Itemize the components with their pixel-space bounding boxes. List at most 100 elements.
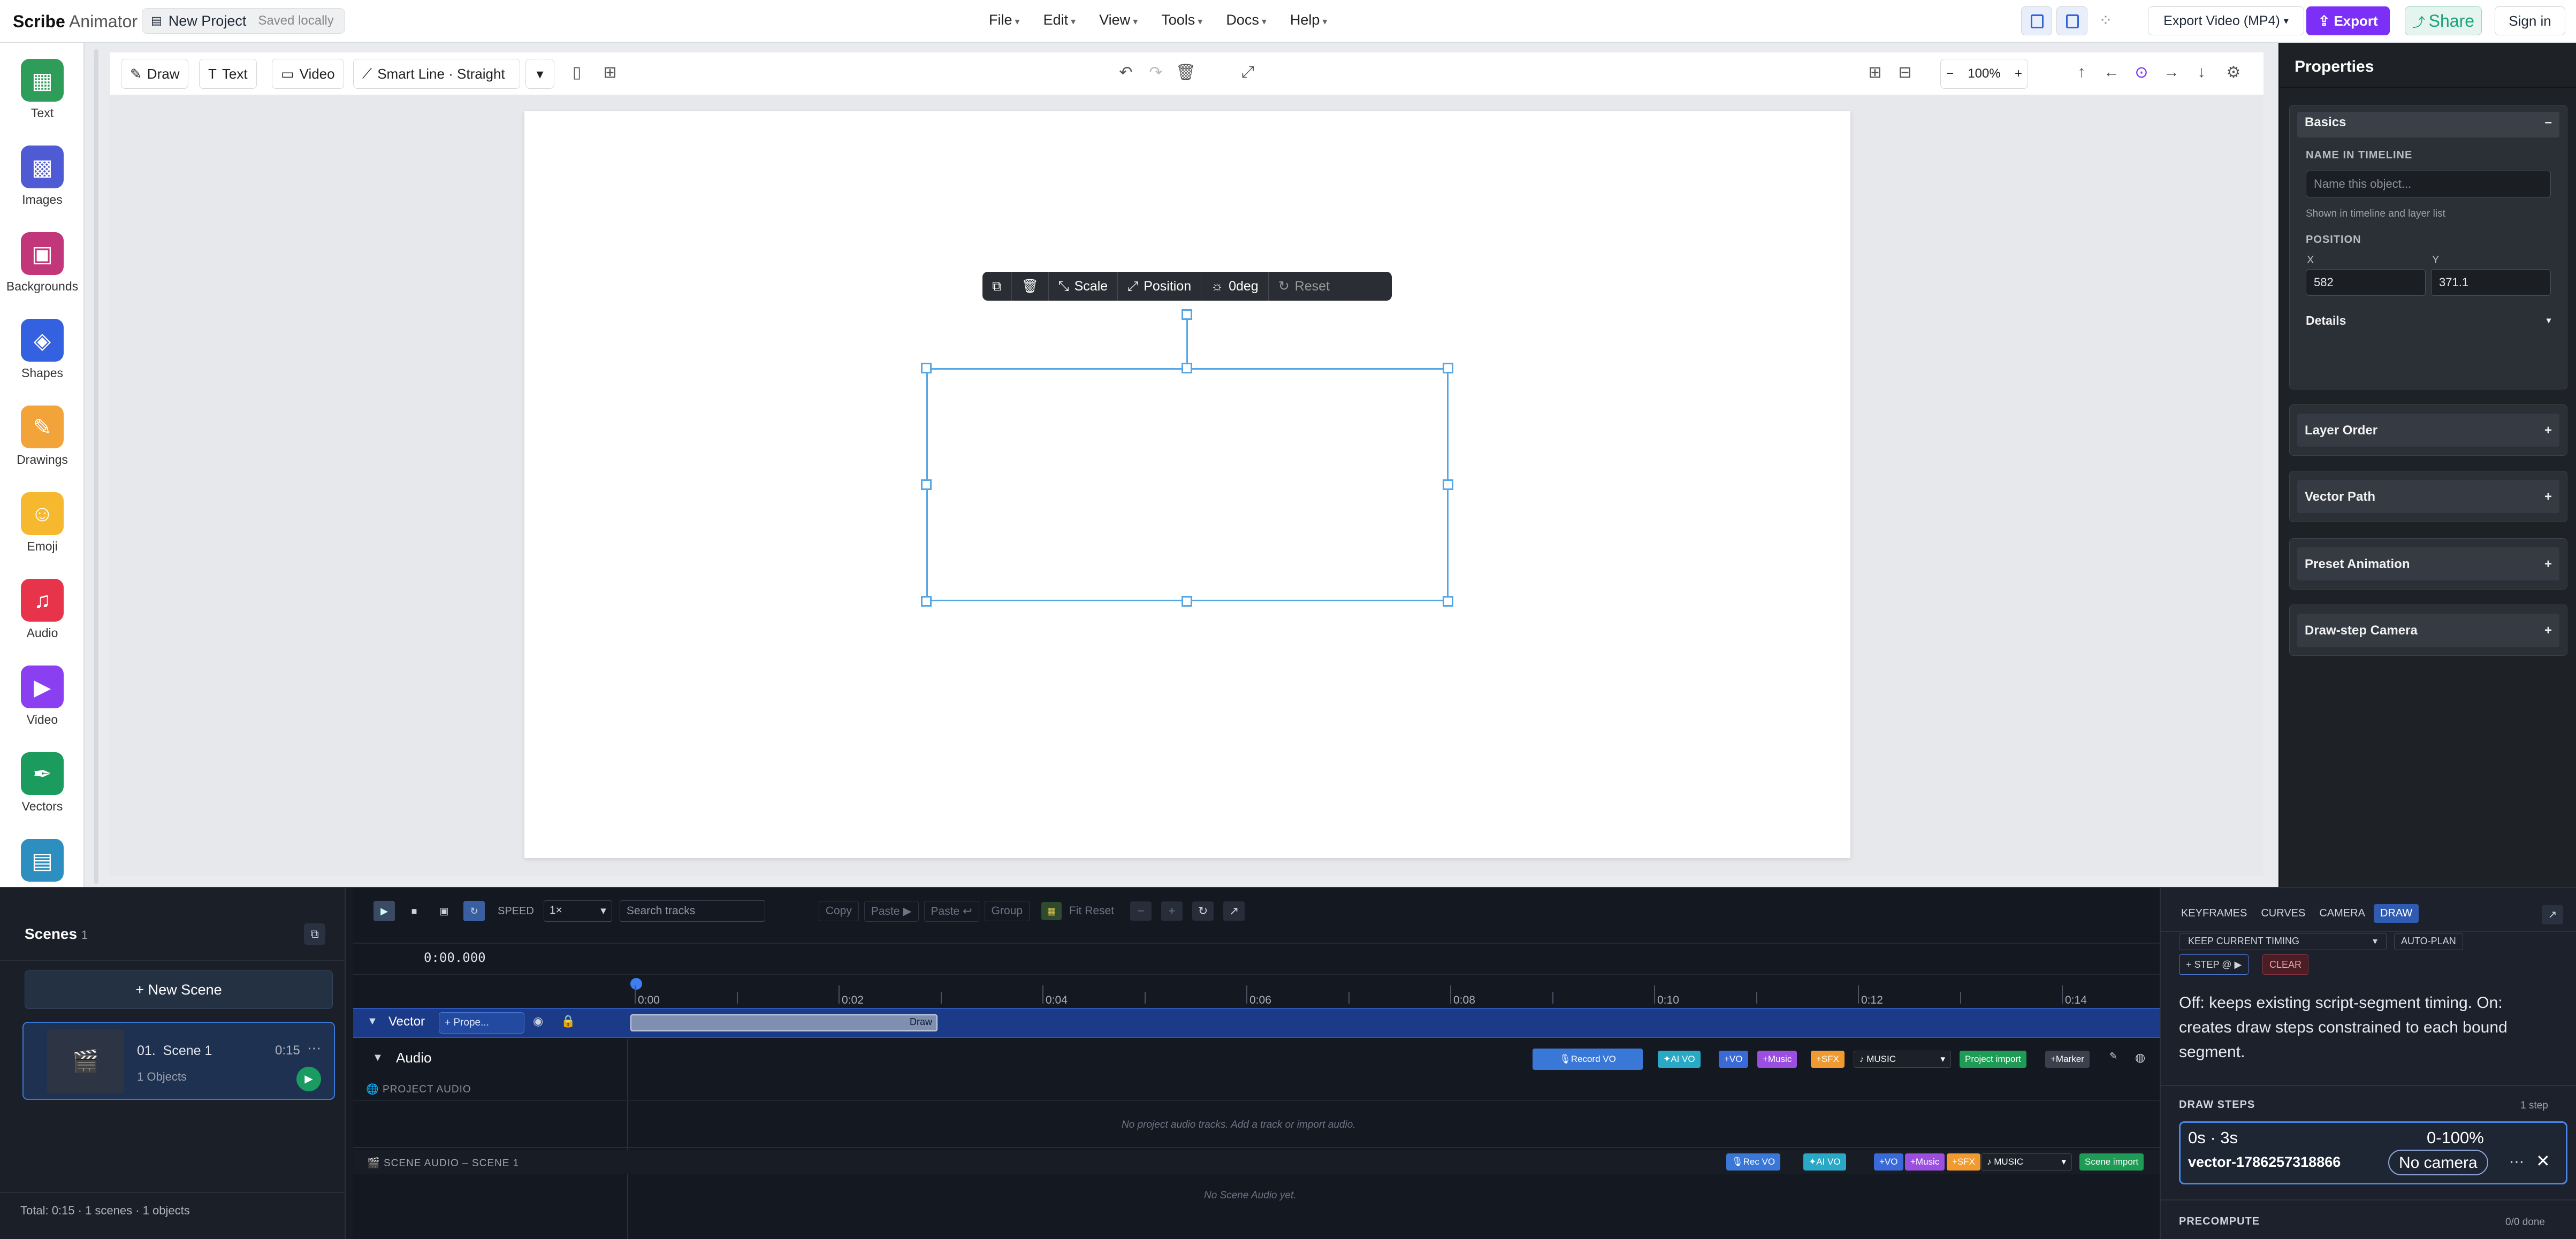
sidebar-item-vectors[interactable]: ✒ Vectors xyxy=(0,752,83,814)
delete-icon[interactable]: 🗑 xyxy=(1012,272,1049,301)
scene-add-sfx-button[interactable]: +SFX xyxy=(1947,1153,1980,1171)
more-icon[interactable]: ⋯ xyxy=(2509,1153,2524,1171)
position-y-input[interactable]: 371.1 xyxy=(2431,269,2551,296)
resize-handle-ne[interactable] xyxy=(1443,363,1453,373)
video-tool-button[interactable]: ▭ Video xyxy=(272,59,344,89)
collapse-triangle-icon[interactable]: ▼ xyxy=(367,1015,378,1028)
search-tracks-input[interactable]: Search tracks xyxy=(619,900,765,922)
add-marker-button[interactable]: +Marker xyxy=(2045,1051,2090,1068)
close-icon[interactable]: ✕ xyxy=(2536,1151,2550,1171)
draw-tool-button[interactable]: ✎ Draw xyxy=(121,59,189,89)
menu-edit[interactable]: Edit xyxy=(1043,12,1076,28)
sidebar-item-drawings[interactable]: ✎ Drawings xyxy=(0,406,83,467)
timing-mode-select[interactable]: KEEP CURRENT TIMING ▾ xyxy=(2179,933,2387,950)
record-icon[interactable]: ◍ xyxy=(2135,1051,2145,1065)
collapse-triangle-icon[interactable]: ▼ xyxy=(372,1052,383,1064)
grid-icon[interactable]: ⊞ xyxy=(599,63,621,82)
rotation-handle[interactable] xyxy=(1182,309,1192,320)
menu-help[interactable]: Help xyxy=(1290,12,1328,28)
add-vo-button[interactable]: +VO xyxy=(1719,1051,1748,1068)
scene-add-music-button[interactable]: +Music xyxy=(1905,1153,1945,1171)
refresh-icon[interactable]: ↻ xyxy=(1192,901,1214,921)
arrow-right-icon[interactable]: → xyxy=(2161,63,2182,81)
layout-left-button[interactable] xyxy=(2021,6,2052,35)
play-button[interactable]: ▶ xyxy=(374,901,395,921)
copy-button[interactable]: Copy xyxy=(818,901,859,921)
copy-scene-icon[interactable]: ⧉ xyxy=(304,923,325,945)
draw-step-card[interactable]: 0s · 3s 0-100% vector-1786257318866 No c… xyxy=(2179,1121,2567,1184)
loop-button[interactable]: ↻ xyxy=(463,901,485,921)
scene-ai-vo-button[interactable]: ✦ AI VO xyxy=(1803,1153,1846,1171)
align-icon[interactable]: ▯ xyxy=(566,63,588,82)
selected-vector-bounds[interactable] xyxy=(926,368,1449,601)
basics-header[interactable]: Basics – xyxy=(2290,105,2567,140)
edit-icon[interactable]: ✎ xyxy=(2109,1051,2117,1062)
sidebar-item-shapes[interactable]: ◈ Shapes xyxy=(0,319,83,380)
resize-handle-s[interactable] xyxy=(1182,596,1192,607)
draw-step-camera-section[interactable]: Draw-step Camera + xyxy=(2289,605,2567,656)
settings-icon[interactable]: ⚙ xyxy=(2223,63,2244,82)
zoom-in-timeline-button[interactable]: + xyxy=(1161,901,1183,921)
duplicate-icon[interactable]: ⧉ xyxy=(982,272,1012,301)
rec-vo-button[interactable]: 🎙 Rec VO xyxy=(1726,1153,1781,1171)
tab-keyframes[interactable]: KEYFRAMES xyxy=(2176,904,2252,923)
resize-handle-nw[interactable] xyxy=(921,363,932,373)
menu-file[interactable]: File xyxy=(989,12,1020,28)
group-button[interactable]: Group xyxy=(984,901,1030,921)
scene-add-vo-button[interactable]: +VO xyxy=(1874,1153,1903,1171)
layout-list-icon[interactable]: ⊟ xyxy=(1894,63,1916,82)
vector-path-section[interactable]: Vector Path + xyxy=(2289,471,2567,522)
sign-in-button[interactable]: Sign in xyxy=(2495,6,2565,35)
resize-handle-w[interactable] xyxy=(921,479,932,490)
reset-button[interactable]: ↻ Reset xyxy=(1269,272,1339,301)
preset-animation-section[interactable]: Preset Animation + xyxy=(2289,538,2567,590)
fullscreen-icon[interactable]: ⤢ xyxy=(1237,63,1259,81)
trash-icon[interactable]: 🗑 xyxy=(1175,63,1196,82)
expand-icon[interactable]: ↗ xyxy=(1223,901,1245,921)
project-import-button[interactable]: Project import xyxy=(1960,1051,2026,1068)
music-select[interactable]: ♪ MUSIC ▾ xyxy=(1854,1051,1951,1068)
popout-icon[interactable]: ↗ xyxy=(2542,905,2563,924)
camera-view-button[interactable]: ▣ xyxy=(433,901,455,921)
scene-import-button[interactable]: Scene import xyxy=(2079,1153,2144,1171)
properties-chip[interactable]: + Prope... xyxy=(439,1012,524,1034)
paste-in-place-button[interactable]: Paste ↩ xyxy=(924,900,979,922)
redo-icon[interactable]: ↷ xyxy=(1145,63,1167,82)
auto-plan-button[interactable]: AUTO-PLAN xyxy=(2394,933,2463,950)
sidebar-item-audio[interactable]: ♫ Audio xyxy=(0,579,83,640)
arrow-down-icon[interactable]: ↓ xyxy=(2191,63,2212,81)
text-tool-button[interactable]: T Text xyxy=(199,59,257,89)
sidebar-item-video[interactable]: ▶ Video xyxy=(0,666,83,727)
resize-handle-se[interactable] xyxy=(1443,596,1453,607)
fit-icon[interactable]: ▦ xyxy=(1041,902,1062,920)
tab-camera[interactable]: CAMERA xyxy=(2314,904,2371,923)
zoom-out-button[interactable]: − xyxy=(1946,66,1954,81)
line-mode-button[interactable]: ⟋ Smart Line · Straight xyxy=(353,59,520,89)
export-button[interactable]: ⇪ Export xyxy=(2306,6,2390,35)
add-sfx-button[interactable]: +SFX xyxy=(1811,1051,1845,1068)
fit-reset-button[interactable]: Fit Reset xyxy=(1069,905,1114,917)
sidebar-scrollbar[interactable] xyxy=(94,49,98,884)
playhead-handle[interactable] xyxy=(630,978,642,990)
new-scene-button[interactable]: + New Scene xyxy=(25,970,333,1009)
add-step-button[interactable]: + STEP @ ▶ xyxy=(2179,954,2249,975)
menu-tools[interactable]: Tools xyxy=(1161,12,1202,28)
layout-grid-icon[interactable]: ⊞ xyxy=(1864,63,1886,82)
project-name-pill[interactable]: ▤ New Project Saved locally xyxy=(142,8,345,34)
ai-vo-button[interactable]: ✦ AI VO xyxy=(1658,1051,1701,1068)
export-format-select[interactable]: Export Video (MP4) ▾ xyxy=(2148,6,2304,35)
layout-right-button[interactable] xyxy=(2056,6,2087,35)
sidebar-item-images[interactable]: ▩ Images xyxy=(0,146,83,207)
sidebar-item-backgrounds[interactable]: ▣ Backgrounds xyxy=(0,232,83,294)
resize-handle-sw[interactable] xyxy=(921,596,932,607)
undo-icon[interactable]: ↶ xyxy=(1115,63,1137,82)
scale-button[interactable]: ⤡ Scale xyxy=(1049,272,1118,301)
visibility-icon[interactable]: ◉ xyxy=(533,1014,543,1028)
draw-clip[interactable]: Draw xyxy=(630,1014,938,1031)
arrow-left-icon[interactable]: ← xyxy=(2101,63,2122,81)
tab-draw[interactable]: DRAW xyxy=(2373,904,2419,923)
arrow-up-icon[interactable]: ↑ xyxy=(2071,63,2092,81)
stop-button[interactable]: ■ xyxy=(403,901,425,921)
position-button[interactable]: ⤢ Position xyxy=(1118,272,1202,301)
vector-track-row[interactable]: ▼ Vector + Prope... ◉ 🔒 Draw xyxy=(353,1008,2160,1038)
